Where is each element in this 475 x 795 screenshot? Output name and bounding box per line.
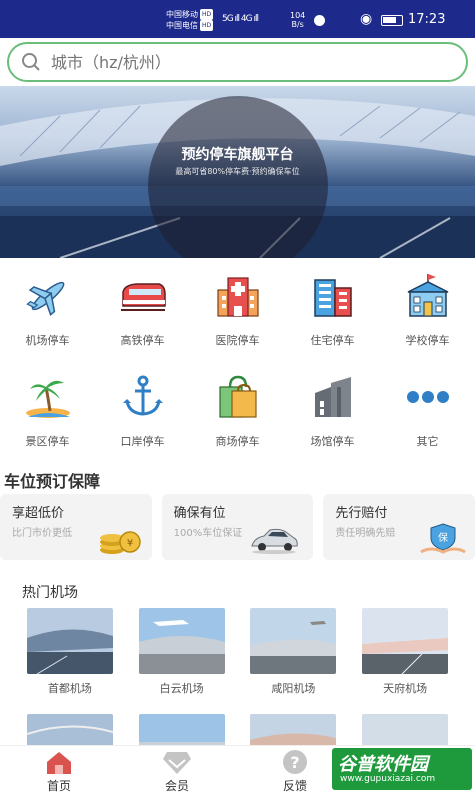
feature-compensation[interactable]: 先行赔付 责任明确先赔 保 <box>323 494 475 560</box>
carrier-2: 中国电信 <box>166 21 198 30</box>
airport-photo <box>138 608 225 674</box>
airport-name: 天府机场 <box>383 682 428 695</box>
category-stadium[interactable]: 场馆停车 <box>285 359 380 460</box>
feature-title: 确保有位 <box>173 506 226 521</box>
category-label: 高铁停车 <box>120 334 165 347</box>
hd-badge: HD <box>200 20 214 31</box>
hd-badge: HD <box>200 9 214 20</box>
category-label: 景区停车 <box>25 435 70 448</box>
car-icon <box>251 528 299 554</box>
airport-photo <box>26 608 113 674</box>
member-diamond-icon <box>163 752 191 774</box>
feature-title: 享超低价 <box>12 506 65 521</box>
carrier-info: 中国移动 HD 中国电信 HD <box>166 9 214 31</box>
home-icon <box>47 752 71 774</box>
shopping-bag-icon <box>218 375 257 418</box>
banner-title: 预约停车旗舰平台 <box>181 147 294 163</box>
airport-card[interactable]: 天府机场 <box>362 608 449 696</box>
signal-icon: 5G ıll 4G ıll <box>222 14 259 24</box>
status-bar: 中国移动 HD 中国电信 HD 5G ıll 4G ıll 104 B/s ◉ 17… <box>0 0 475 38</box>
search-bar <box>0 38 475 86</box>
watermark-url: www.gupuxiazai.com <box>340 774 436 784</box>
search-box[interactable] <box>7 42 468 82</box>
promo-banner[interactable]: 预约停车旗舰平台 最高可省80%停车费·预约确保车位 <box>0 86 475 258</box>
train-icon <box>120 283 166 311</box>
svg-text:保: 保 <box>438 531 448 544</box>
parking-category-grid: 机场停车 高铁停车 医院停车 住宅停车 学校停车 景区停车 口岸停车 商场停车 … <box>0 258 475 460</box>
tab-home[interactable]: 首页 <box>0 746 118 795</box>
category-hospital[interactable]: 医院停车 <box>190 258 285 359</box>
airport-name: 咸阳机场 <box>271 682 316 695</box>
clock: 17:23 <box>408 12 446 27</box>
category-mall[interactable]: 商场停车 <box>190 359 285 460</box>
category-airport[interactable]: 机场停车 <box>0 258 95 359</box>
city-search-input[interactable] <box>51 52 431 72</box>
guarantee-features: 享超低价 比门市价更低 ¥ 确保有位 100%车位保证 先行赔付 责任明确先赔 … <box>0 494 475 562</box>
feature-title: 先行赔付 <box>335 506 388 521</box>
more-dots-icon <box>406 391 449 403</box>
svg-text:?: ? <box>290 753 299 772</box>
battery-icon <box>381 15 403 26</box>
tab-member[interactable]: 会员 <box>118 746 236 795</box>
tab-label: 首页 <box>46 779 71 793</box>
dnd-icon <box>314 15 325 26</box>
category-label: 其它 <box>416 435 439 448</box>
airport-card[interactable]: 咸阳机场 <box>250 608 337 696</box>
anchor-icon <box>122 375 163 416</box>
airport-card[interactable]: 首都机场 <box>26 608 113 696</box>
category-port[interactable]: 口岸停车 <box>95 359 190 460</box>
feature-guaranteed-spot[interactable]: 确保有位 100%车位保证 <box>161 494 314 560</box>
search-icon <box>22 53 40 71</box>
shield-hand-icon: 保 <box>420 523 466 554</box>
feedback-question-icon: ? <box>283 750 307 774</box>
residence-icon <box>313 279 352 317</box>
coins-icon: ¥ <box>99 531 141 554</box>
category-scenic[interactable]: 景区停车 <box>0 359 95 460</box>
category-label: 学校停车 <box>405 334 450 347</box>
airplane-icon <box>25 281 64 316</box>
feature-low-price[interactable]: 享超低价 比门市价更低 ¥ <box>0 494 152 560</box>
eye-icon: ◉ <box>360 11 373 27</box>
airport-photo <box>250 608 337 674</box>
school-icon <box>407 274 448 317</box>
airport-name: 首都机场 <box>47 682 92 695</box>
category-label: 住宅停车 <box>310 334 355 347</box>
network-speed: 104 B/s <box>290 11 305 29</box>
speed-unit: B/s <box>291 20 304 29</box>
tab-label: 反馈 <box>282 779 307 793</box>
hot-airports-row: 首都机场 白云机场 咸阳机场 天府机场 <box>0 608 475 696</box>
airport-name: 白云机场 <box>159 682 204 695</box>
svg-text:¥: ¥ <box>126 538 132 549</box>
tab-label: 会员 <box>164 779 189 793</box>
category-label: 机场停车 <box>25 334 70 347</box>
watermark-text: 谷普软件园 <box>338 754 428 775</box>
category-train[interactable]: 高铁停车 <box>95 258 190 359</box>
category-label: 医院停车 <box>215 334 260 347</box>
category-label: 口岸停车 <box>120 435 165 448</box>
carrier-1: 中国移动 <box>166 10 198 19</box>
scenic-island-icon <box>25 380 70 418</box>
airport-card[interactable]: 白云机场 <box>138 608 225 696</box>
hot-airports-title: 热门机场 <box>22 585 78 601</box>
speed-value: 104 <box>290 11 306 20</box>
hospital-icon <box>216 277 259 317</box>
category-label: 场馆停车 <box>310 435 355 448</box>
category-residence[interactable]: 住宅停车 <box>285 258 380 359</box>
category-other[interactable]: 其它 <box>380 359 475 460</box>
category-label: 商场停车 <box>215 435 260 448</box>
category-school[interactable]: 学校停车 <box>380 258 475 359</box>
airport-photo <box>362 608 449 674</box>
guarantee-section-title: 车位预订保障 <box>4 472 101 491</box>
stadium-icon <box>314 377 351 417</box>
watermark-logo: 谷普软件园 www.gupuxiazai.com <box>332 748 472 790</box>
banner-subtitle: 最高可省80%停车费·预约确保车位 <box>175 167 300 176</box>
